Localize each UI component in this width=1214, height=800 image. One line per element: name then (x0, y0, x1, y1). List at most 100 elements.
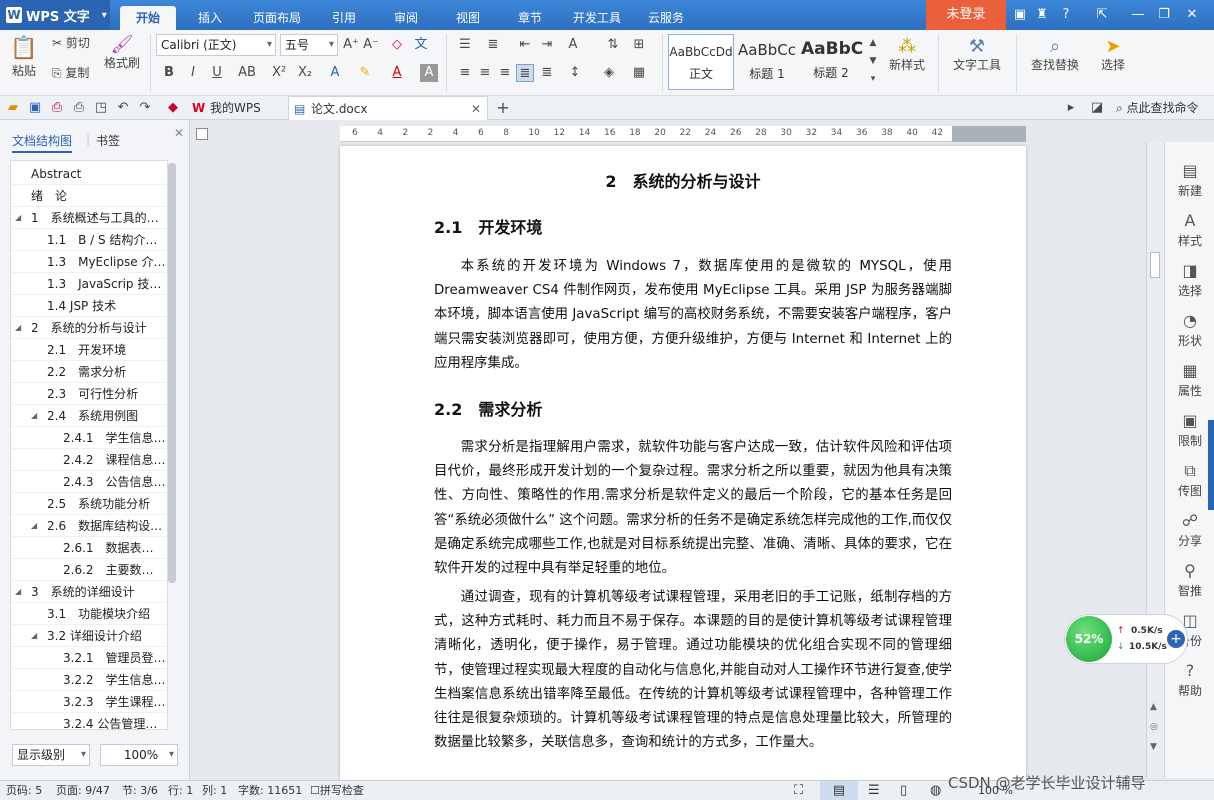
style-heading1[interactable]: AaBbCc 标题 1 (736, 34, 798, 90)
outline-item[interactable]: 2.6.2 主要数… (11, 559, 167, 581)
rail-smart-button[interactable]: ⚲ 智推 (1165, 560, 1214, 599)
pane-zoom-select[interactable]: 100% (100, 744, 178, 766)
outline-item[interactable]: 2.2 需求分析 (11, 361, 167, 383)
styles-scroll-down-icon[interactable]: ▼ (864, 52, 882, 70)
borders-icon[interactable]: ▦ (630, 64, 648, 82)
tab-outline[interactable]: 文档结构图 (12, 132, 73, 153)
superscript-icon[interactable]: X² (270, 64, 288, 82)
outline-item[interactable]: 1.4 JSP 技术 (11, 295, 167, 317)
char-shading-icon[interactable]: A (420, 64, 438, 82)
print-icon[interactable]: ⎙ (70, 99, 88, 117)
italic-icon[interactable]: I (184, 64, 202, 82)
clear-format-icon[interactable]: ◇ (388, 36, 406, 54)
undo-icon[interactable]: ↶ (114, 99, 132, 117)
outline-item[interactable]: ◢ 2.6 数据库结构设… (11, 515, 167, 537)
outline-item[interactable]: 2.3 可行性分析 (11, 383, 167, 405)
redo-icon[interactable]: ↷ (136, 99, 154, 117)
copy-button[interactable]: ⎘ 复制 (52, 66, 100, 80)
close-tab-icon[interactable]: ✕ (471, 97, 481, 121)
tab-home[interactable]: 开始 (120, 6, 176, 30)
outline-item[interactable]: 2.4.1 学生信息… (11, 427, 167, 449)
tab-cloud[interactable]: 云服务 (638, 6, 694, 30)
increase-indent-icon[interactable]: ⇥ (538, 36, 556, 54)
skin-icon[interactable]: ▣ (1012, 7, 1028, 23)
styles-scroll-up-icon[interactable]: ▲ (864, 34, 882, 52)
bullet-list-icon[interactable]: ☰ (456, 36, 474, 54)
shirt-icon[interactable]: ♜ (1034, 7, 1050, 23)
outline-item[interactable]: ◢ 2 系统的分析与设计 (11, 317, 167, 339)
align-left-icon[interactable]: ≡ (456, 64, 474, 82)
rail-style-button[interactable]: A 样式 (1165, 210, 1214, 249)
outline-item[interactable]: ◢ 1 系统概述与工具的… (11, 207, 167, 229)
expand-arrow-icon[interactable]: ◢ (15, 581, 21, 602)
outline-item[interactable]: 2.6.1 数据表… (11, 537, 167, 559)
expand-arrow-icon[interactable]: ◢ (15, 317, 21, 338)
subscript-icon[interactable]: X₂ (296, 64, 314, 82)
numbered-list-icon[interactable]: ≣ (484, 36, 502, 54)
outline-item[interactable]: ◢ 3 系统的详细设计 (11, 581, 167, 603)
table-border-icon[interactable]: ⊞ (630, 36, 648, 54)
outline-item[interactable]: 2.4.3 公告信息… (11, 471, 167, 493)
tab-insert[interactable]: 插入 (186, 6, 234, 30)
spell-check[interactable]: ☐拼写检查 (310, 781, 364, 800)
web-view-icon[interactable]: ◍ (930, 781, 941, 800)
style-normal[interactable]: AaBbCcDd 正文 (668, 34, 734, 90)
expand-arrow-icon[interactable]: ◢ (31, 625, 37, 646)
rail-shape-button[interactable]: ◔ 形状 (1165, 310, 1214, 349)
text-tools-button[interactable]: ⚒ 文字工具 (946, 36, 1008, 72)
align-right-icon[interactable]: ≡ (496, 64, 514, 82)
outline-item[interactable]: 3.1 功能模块介绍 (11, 603, 167, 625)
tab-developer[interactable]: 开发工具 (566, 6, 628, 30)
style-heading2[interactable]: AaBbC 标题 2 (800, 34, 863, 90)
rail-restrict-button[interactable]: ▣ 限制 (1165, 410, 1214, 449)
tab-view[interactable]: 视图 (444, 6, 492, 30)
memory-usage-ball[interactable]: 52% (1066, 616, 1112, 662)
line-spacing-icon[interactable]: ↕ (566, 64, 584, 82)
outline-item[interactable]: 2.5 系统功能分析 (11, 493, 167, 515)
tab-bookmark[interactable]: 书签 (96, 132, 120, 149)
open-folder-icon[interactable]: ▰ (4, 99, 22, 117)
scroll-thumb[interactable] (1150, 252, 1160, 278)
rail-send-button[interactable]: ⧉ 传图 (1165, 460, 1214, 499)
minimize-icon[interactable]: — (1130, 7, 1146, 23)
tab-references[interactable]: 引用 (320, 6, 368, 30)
close-icon[interactable]: ✕ (1184, 7, 1200, 23)
scroll-down-icon[interactable]: ▼ (1150, 742, 1157, 752)
focus-mode-icon[interactable]: ⛶ (794, 781, 803, 800)
outline-item[interactable]: ◢ 3.2 详细设计介绍 (11, 625, 167, 647)
new-tab-icon[interactable]: + (494, 99, 512, 117)
chinese-layout-icon[interactable]: A (564, 36, 582, 54)
expand-arrow-icon[interactable]: ◢ (15, 207, 21, 228)
outline-item[interactable]: ◢ 2.4 系统用例图 (11, 405, 167, 427)
outline-item[interactable]: Abstract (11, 163, 167, 185)
outline-item[interactable]: 1.1 B / S 结构介… (11, 229, 167, 251)
login-button[interactable]: 未登录 (926, 0, 1006, 30)
highlight-icon[interactable]: ✎ (356, 64, 374, 82)
expand-arrow-icon[interactable]: ◢ (31, 515, 37, 536)
outline-item[interactable]: 2.1 开发环境 (11, 339, 167, 361)
decrease-indent-icon[interactable]: ⇤ (516, 36, 534, 54)
find-replace-button[interactable]: ⌕ 查找替换 (1024, 36, 1086, 72)
styles-more-icon[interactable]: ▾ (864, 70, 882, 88)
cut-button[interactable]: ✂ 剪切 (52, 36, 100, 50)
horizontal-ruler[interactable]: 6 4 2 2 4 6 8 10 12 14 16 18 20 22 24 26 28 30 32 34 36 38 40 4… (340, 126, 1026, 142)
sort-icon[interactable]: ⇅ (604, 36, 622, 54)
outline-item[interactable]: 1.3 MyEclipse 介… (11, 251, 167, 273)
document-page[interactable]: 2 系统的分析与设计 2.1 开发环境 本系统的开发环境为 Windows 7，… (340, 146, 1026, 786)
rail-share-button[interactable]: ☍ 分享 (1165, 510, 1214, 549)
outline-item[interactable]: 2.4.2 课程信息… (11, 449, 167, 471)
command-search[interactable]: ⌕ 点此查找命令 (1116, 99, 1199, 116)
rail-new-doc-button[interactable]: ▤ 新建 (1165, 160, 1214, 199)
outline-view-icon[interactable]: ☰ (868, 781, 880, 800)
prev-page-icon[interactable]: ◎ (1150, 722, 1158, 732)
rail-property-button[interactable]: ▦ 属性 (1165, 360, 1214, 399)
phonetic-icon[interactable]: 文 (412, 36, 430, 54)
rail-collapse-tab[interactable] (1208, 420, 1214, 510)
help-menu-icon[interactable]: ? (1058, 7, 1074, 23)
export-pdf-icon[interactable]: ⎙ (48, 99, 66, 117)
document-scrollbar[interactable]: ▲ ◎ ▼ (1146, 142, 1164, 778)
justify-icon[interactable]: ≣ (516, 64, 534, 82)
page-view-icon[interactable]: ▤ (820, 781, 858, 800)
close-pane-icon[interactable]: ✕ (174, 126, 184, 140)
print-preview-icon[interactable]: ◳ (92, 99, 110, 117)
